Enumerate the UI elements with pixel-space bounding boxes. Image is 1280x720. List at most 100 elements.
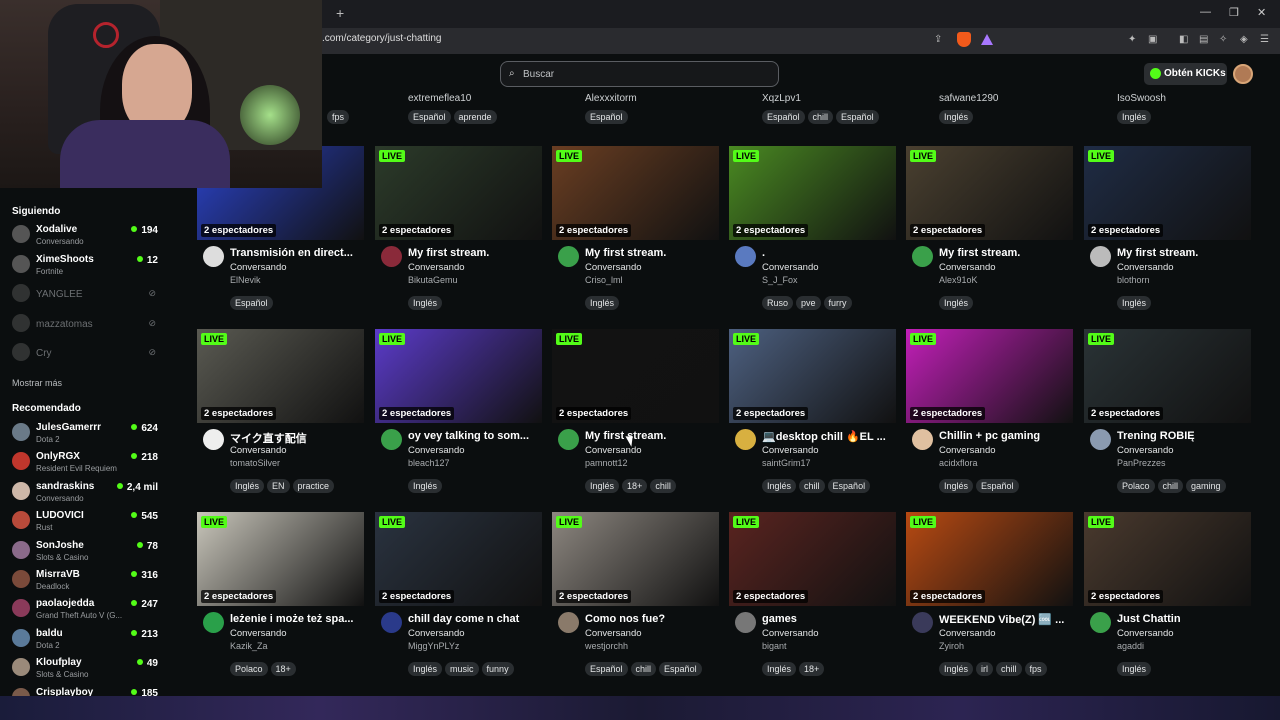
tag-pill[interactable]: Inglés [408, 479, 443, 493]
tag-pill[interactable]: Español [585, 662, 628, 676]
stream-card[interactable]: LIVE 2 espectadores Chillin + pc gaming Con… [906, 329, 1073, 499]
stream-card[interactable]: LIVE 2 espectadores Trening ROBIĘ Conversan… [1084, 329, 1251, 499]
menu-icon[interactable]: ☰ [1260, 34, 1269, 45]
channel-username[interactable]: Criso_lml [585, 275, 623, 285]
tag-pill[interactable]: Español [836, 110, 879, 124]
stream-card[interactable]: LIVE 2 espectadores My first stream. Conver… [375, 146, 542, 316]
sidebar-recommended-item[interactable]: sandraskins Conversando 2,4 mil [12, 479, 162, 507]
channel-username[interactable]: bleach127 [408, 458, 450, 468]
channel-avatar[interactable] [558, 612, 579, 633]
tag-pill[interactable]: Inglés [1117, 296, 1152, 310]
tag-pill[interactable]: Inglés [939, 296, 974, 310]
channel-username[interactable]: S_J_Fox [762, 275, 798, 285]
sidebar-recommended-item[interactable]: LUDOVICI Rust 545 [12, 508, 162, 536]
maximize-button[interactable]: ❐ [1229, 6, 1239, 19]
stream-title[interactable]: Transmisión en direct... [230, 247, 362, 259]
tag-pill[interactable]: music [445, 662, 479, 676]
channel-username[interactable]: Alex91oK [939, 275, 978, 285]
url-text[interactable]: .com/category/just-chatting [322, 33, 442, 44]
channel-username[interactable]: PanPrezzes [1117, 458, 1166, 468]
stream-thumbnail[interactable]: LIVE 2 espectadores [906, 146, 1073, 240]
stream-thumbnail[interactable]: LIVE 2 espectadores [552, 512, 719, 606]
extensions-icon[interactable]: ✦ [1128, 34, 1136, 45]
stream-thumbnail[interactable]: LIVE 2 espectadores [1084, 329, 1251, 423]
channel-avatar[interactable] [558, 246, 579, 267]
channel-avatar[interactable] [735, 429, 756, 450]
stream-thumbnail[interactable]: LIVE 2 espectadores [906, 329, 1073, 423]
search-input[interactable]: ⌕ Buscar [500, 61, 779, 87]
stream-category[interactable]: Conversando [939, 628, 996, 639]
channel-avatar[interactable] [735, 246, 756, 267]
stream-card[interactable]: LIVE 2 espectadores My first stream. Conver… [1084, 146, 1251, 316]
stream-card[interactable]: LIVE 2 espectadores oy vey talking to som.… [375, 329, 542, 499]
stream-category[interactable]: Conversando [408, 262, 465, 273]
tag-pill[interactable]: 18+ [799, 662, 825, 676]
wallet-icon[interactable]: ▤ [1199, 34, 1208, 45]
stream-thumbnail[interactable]: LIVE 2 espectadores [197, 512, 364, 606]
brave-rewards-icon[interactable] [981, 34, 993, 45]
channel-username[interactable]: Kazik_Za [230, 641, 268, 651]
sidebar-recommended-item[interactable]: OnlyRGX Resident Evil Requiem 218 [12, 449, 162, 477]
stream-category[interactable]: Conversando [408, 445, 465, 456]
stream-card[interactable]: LIVE 2 espectadores games Conversando bigant… [729, 512, 896, 682]
stream-thumbnail[interactable]: LIVE 2 espectadores [1084, 146, 1251, 240]
tag-pill[interactable]: Español [762, 110, 805, 124]
stream-card[interactable]: LIVE 2 espectadores WEEKEND Vibe(Z) 🆒 ... C… [906, 512, 1073, 682]
tag-pill[interactable]: EN [267, 479, 290, 493]
stream-thumbnail[interactable]: LIVE 2 espectadores [375, 146, 542, 240]
stream-title[interactable]: leżenie i może też spa... [230, 613, 362, 625]
tag-pill[interactable]: Inglés [408, 296, 443, 310]
stream-thumbnail[interactable]: LIVE 2 espectadores [375, 329, 542, 423]
tag-pill[interactable]: funny [481, 662, 514, 676]
channel-avatar[interactable] [912, 246, 933, 267]
channel-avatar[interactable] [912, 429, 933, 450]
tag-pill[interactable]: fps [1024, 662, 1047, 676]
tag-pill[interactable]: Español [230, 296, 273, 310]
channel-username[interactable]: blothorn [1117, 275, 1150, 285]
channel-username[interactable]: ElNevik [230, 275, 261, 285]
tag-pill[interactable]: chill [1157, 479, 1184, 493]
channel-username[interactable]: pamnott12 [585, 458, 628, 468]
stream-category[interactable]: Conversando [408, 628, 465, 639]
stream-title[interactable]: chill day come n chat [408, 613, 540, 625]
sidebar-following-item[interactable]: mazzatomas ⊘ [12, 311, 162, 339]
stream-title[interactable]: oy vey talking to som... [408, 430, 540, 442]
tag-pill[interactable]: Inglés [585, 296, 620, 310]
tag-pill[interactable]: Inglés [762, 662, 797, 676]
stream-card[interactable]: LIVE 2 espectadores leżenie i może też spa… [197, 512, 364, 682]
stream-title[interactable]: . [762, 247, 894, 259]
channel-avatar[interactable] [381, 612, 402, 633]
stream-card[interactable]: LIVE 2 espectadores マイク直す配信 Conversando toma… [197, 329, 364, 499]
stream-thumbnail[interactable]: LIVE 2 espectadores [375, 512, 542, 606]
tag-pill[interactable]: Inglés [762, 479, 797, 493]
channel-username[interactable]: XqzLpv1 [762, 93, 801, 104]
tag-pill[interactable]: Ruso [762, 296, 794, 310]
channel-avatar[interactable] [558, 429, 579, 450]
show-more-link[interactable]: Mostrar más [12, 378, 62, 388]
tag-pill[interactable]: 18+ [622, 479, 648, 493]
channel-avatar[interactable] [203, 246, 224, 267]
sidebar-following-item[interactable]: YANGLEE ⊘ [12, 281, 162, 309]
channel-username[interactable]: westjorchh [585, 641, 628, 651]
share-icon[interactable]: ⇪ [934, 34, 942, 45]
tag-pill[interactable]: 18+ [270, 662, 296, 676]
sidebar-following-item[interactable]: XimeShoots Fortnite 12 [12, 252, 162, 280]
tag-pill[interactable]: aprende [453, 110, 497, 124]
stream-card[interactable]: LIVE 2 espectadores My first stream. Conver… [552, 146, 719, 316]
tag-pill[interactable]: chill [799, 479, 825, 493]
stream-card[interactable]: LIVE 2 espectadores. Conversando S_J_Fox Rus… [729, 146, 896, 316]
stream-title[interactable]: Trening ROBIĘ [1117, 430, 1249, 442]
stream-category[interactable]: Conversando [1117, 628, 1174, 639]
channel-avatar[interactable] [381, 429, 402, 450]
stream-thumbnail[interactable]: LIVE 2 espectadores [729, 146, 896, 240]
stream-card[interactable]: LIVE 2 espectadores My first stream. Conver… [552, 329, 719, 499]
stream-title[interactable]: games [762, 613, 894, 625]
stream-category[interactable]: Conversando [939, 262, 996, 273]
stream-thumbnail[interactable]: LIVE 2 espectadores [729, 329, 896, 423]
tag-pill[interactable]: chill [996, 662, 1022, 676]
stream-category[interactable]: Conversando [762, 445, 819, 456]
tag-pill[interactable]: Español [408, 110, 451, 124]
stream-card[interactable]: LIVE 2 espectadores 💻desktop chill 🔥EL ...… [729, 329, 896, 499]
stream-category[interactable]: Conversando [230, 445, 287, 456]
stream-title[interactable]: My first stream. [939, 247, 1071, 259]
